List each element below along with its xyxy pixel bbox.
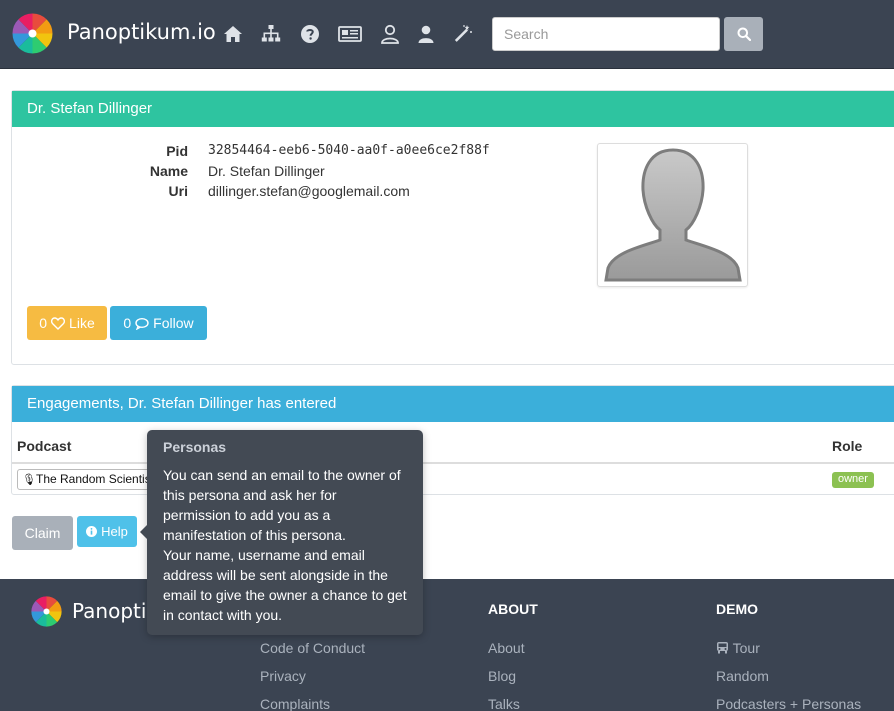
footer-link-about[interactable]: About <box>488 640 525 656</box>
podcast-icon: 🎙 <box>22 474 36 486</box>
home-icon[interactable] <box>221 22 245 46</box>
like-count: 0 <box>39 315 48 331</box>
sitemap-icon[interactable] <box>259 22 283 46</box>
column-header-role: Role <box>832 438 863 454</box>
popover-line: permission to add you as a <box>163 507 331 523</box>
search-icon <box>737 27 751 41</box>
heart-outline-icon <box>51 316 66 330</box>
comment-outline-icon <box>135 317 149 330</box>
podcast-title: The Random Scientist <box>36 472 155 486</box>
podcast-link[interactable]: 🎙 The Random Scientist <box>17 469 157 490</box>
name-label: Name <box>149 163 188 179</box>
persona-panel: Dr. Stefan Dillinger Pid 32854464-eeb6-5… <box>11 90 894 365</box>
help-label: Help <box>101 524 128 539</box>
footer-logo-icon[interactable] <box>31 596 62 627</box>
uri-label: Uri <box>168 183 188 199</box>
footer-link-tour-label: Tour <box>732 640 760 656</box>
popover-line: address will be sent alongside in the <box>163 567 388 583</box>
search-button[interactable] <box>724 17 763 51</box>
newspaper-icon[interactable] <box>338 22 362 46</box>
help-popover: Personas You can send an email to the ow… <box>140 430 423 635</box>
role-badge: owner <box>832 472 874 488</box>
footer-link-code-of-conduct[interactable]: Code of Conduct <box>260 640 365 656</box>
claim-button[interactable]: Claim <box>12 516 73 550</box>
persona-avatar <box>597 143 748 287</box>
footer-link-privacy[interactable]: Privacy <box>260 668 306 684</box>
like-label: Like <box>69 315 95 331</box>
avatar-placeholder-icon <box>604 148 742 282</box>
footer-link-blog[interactable]: Blog <box>488 668 516 684</box>
user-icon[interactable] <box>414 22 438 46</box>
info-circle-icon <box>86 526 98 537</box>
popover-line: You can send an email to the owner of <box>163 467 401 483</box>
popover-line: Your name, username and email <box>163 547 365 563</box>
site-footer: Panoptikum.io Code of Conduct Privacy Co… <box>0 579 894 711</box>
footer-heading-demo: DEMO <box>716 601 758 617</box>
popover-line: manifestation of this persona. <box>163 527 346 543</box>
popover-line: in contact with you. <box>163 607 283 623</box>
brand-name[interactable]: Panoptikum.io <box>67 20 216 44</box>
name-value: Dr. Stefan Dillinger <box>208 163 325 179</box>
column-header-podcast: Podcast <box>17 438 72 454</box>
footer-link-talks[interactable]: Talks <box>488 696 520 711</box>
search-input[interactable] <box>492 17 720 51</box>
help-button[interactable]: Help <box>77 516 137 547</box>
table-divider <box>12 462 894 464</box>
uri-value[interactable]: dillinger.stefan@googlemail.com <box>208 183 410 199</box>
footer-link-podcasters-personas[interactable]: Podcasters + Personas <box>716 696 861 711</box>
top-navbar: Panoptikum.io <box>0 0 894 69</box>
magic-wand-icon[interactable] <box>451 22 475 46</box>
follow-count: 0 <box>123 315 132 331</box>
follow-label: Follow <box>153 315 194 331</box>
question-circle-icon[interactable] <box>298 22 322 46</box>
popover-arrow <box>140 525 147 539</box>
brand-logo-icon[interactable] <box>12 13 53 54</box>
follow-button[interactable]: 0 Follow <box>110 306 207 340</box>
persona-panel-title: Dr. Stefan Dillinger <box>12 91 894 127</box>
popover-body: You can send an email to the owner of th… <box>163 465 413 625</box>
engagements-panel: Engagements, Dr. Stefan Dillinger has en… <box>11 385 894 495</box>
popover-title: Personas <box>163 439 227 455</box>
engagements-panel-title: Engagements, Dr. Stefan Dillinger has en… <box>12 386 894 422</box>
footer-link-random[interactable]: Random <box>716 668 769 684</box>
pid-value: 32854464-eeb6-5040-aa0f-a0ee6ce2f88f <box>208 143 490 158</box>
bus-icon <box>717 642 728 654</box>
footer-link-tour[interactable]: Tour <box>716 640 760 656</box>
pid-label: Pid <box>166 143 188 159</box>
like-button[interactable]: 0 Like <box>27 306 107 340</box>
user-outline-icon[interactable] <box>378 22 402 46</box>
footer-heading-about: ABOUT <box>488 601 538 617</box>
popover-line: email to give the owner a chance to get <box>163 587 407 603</box>
footer-link-complaints[interactable]: Complaints <box>260 696 330 711</box>
popover-line: this persona and ask her for <box>163 487 337 503</box>
